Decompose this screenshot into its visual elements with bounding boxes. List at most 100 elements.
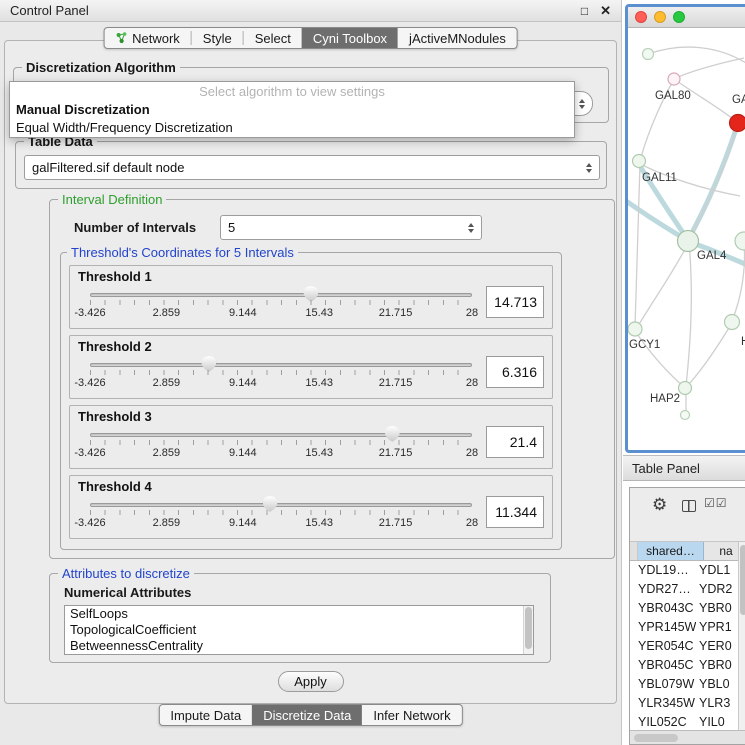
scale-label: 21.715 — [379, 307, 413, 319]
table-row[interactable]: YER054C YER0 — [630, 637, 745, 656]
checkbox-icons[interactable]: ☑☑ — [704, 496, 728, 510]
node-label-gal11: GAL11 — [642, 172, 677, 184]
list-item[interactable]: SelfLoops — [65, 606, 533, 622]
threshold-panel: Threshold 3 -3.426 2.859 9.144 1 — [69, 405, 553, 469]
table-horizontal-scrollbar[interactable] — [630, 730, 745, 744]
table-row[interactable]: YBR043C YBR0 — [630, 599, 745, 618]
network-node-hap2[interactable] — [679, 382, 692, 395]
close-traffic-light[interactable] — [635, 11, 647, 23]
tab-discretize-data[interactable]: Discretize Data — [252, 705, 362, 725]
network-node[interactable] — [643, 49, 654, 60]
table-row[interactable]: YBR045C YBR0 — [630, 656, 745, 675]
scale-label: 2.859 — [153, 377, 181, 389]
list-item[interactable]: TopologicalCoefficient — [65, 622, 533, 638]
threshold-1-value-field[interactable]: 14.713 — [486, 286, 544, 318]
table-row[interactable]: YDR27… YDR2 — [630, 580, 745, 599]
scale-label: -3.426 — [74, 447, 105, 459]
tab-network-label: Network — [132, 31, 180, 46]
apply-button[interactable]: Apply — [278, 671, 344, 692]
node-label-gal4: GAL4 — [697, 250, 726, 262]
list-item[interactable]: BetweennessCentrality — [65, 638, 533, 654]
network-node[interactable] — [681, 411, 690, 420]
network-canvas[interactable]: GAL80 GAL8 GAL11 GAL4 GCY1 H HAP2 — [628, 28, 745, 449]
table-vertical-scrollbar[interactable] — [738, 542, 745, 730]
popup-item-manual-discretization[interactable]: Manual Discretization — [10, 101, 574, 119]
table-row[interactable]: YBL079W YBL0 — [630, 675, 745, 694]
threshold-label: Threshold 2 — [78, 339, 544, 354]
table-row[interactable]: YLR345W YLR3 — [630, 694, 745, 713]
slider-track[interactable] — [90, 363, 472, 367]
cell-shared-name: YDR27… — [630, 580, 696, 599]
scale-label: 28 — [466, 377, 478, 389]
minimize-traffic-light[interactable] — [654, 11, 666, 23]
scrollbar-thumb[interactable] — [634, 734, 678, 742]
table-header-row: shared… na — [630, 542, 745, 561]
network-node-gal4[interactable] — [678, 231, 699, 252]
scale-label: 28 — [466, 307, 478, 319]
network-icon — [115, 32, 127, 44]
threshold-2-value-field[interactable]: 6.316 — [486, 356, 544, 388]
network-view-window: GAL80 GAL8 GAL11 GAL4 GCY1 H HAP2 — [625, 4, 745, 453]
zoom-traffic-light[interactable] — [673, 11, 685, 23]
table-row[interactable]: YDL19… YDL1 — [630, 561, 745, 580]
tab-impute-data[interactable]: Impute Data — [159, 705, 252, 725]
tab-style[interactable]: Style — [192, 28, 243, 48]
slider-track[interactable] — [90, 503, 472, 507]
algorithm-dropdown-popup: Select algorithm to view settings Manual… — [9, 81, 575, 138]
node-label-partial: GAL8 — [732, 94, 745, 106]
threshold-label: Threshold 3 — [78, 409, 544, 424]
slider-ticks — [90, 370, 472, 375]
slider-scale: -3.426 2.859 9.144 15.43 21.715 28 — [90, 517, 472, 530]
close-icon[interactable]: ✕ — [600, 4, 611, 17]
slider-track[interactable] — [90, 293, 472, 297]
table-data-select-value: galFiltered.sif default node — [32, 160, 184, 175]
tab-cyni-toolbox[interactable]: Cyni Toolbox — [302, 28, 398, 48]
scale-label: 15.43 — [305, 377, 333, 389]
screen: Control Panel □ ✕ Network Style Select C… — [0, 0, 745, 745]
scrollbar-thumb[interactable] — [740, 545, 745, 615]
threshold-label: Threshold 4 — [78, 479, 544, 494]
network-node-gal80[interactable] — [668, 73, 680, 85]
interval-definition-group: Interval Definition Number of Intervals … — [49, 199, 615, 559]
table-row[interactable]: YPR145W YPR1 — [630, 618, 745, 637]
cell-shared-name: YDL19… — [630, 561, 696, 580]
scrollbar-thumb[interactable] — [525, 607, 532, 649]
float-window-icon[interactable]: □ — [581, 5, 588, 17]
popup-item-equal-width-frequency[interactable]: Equal Width/Frequency Discretization — [10, 119, 574, 137]
table-data-select[interactable]: galFiltered.sif default node — [24, 155, 600, 180]
number-of-intervals-select[interactable]: 5 — [220, 215, 482, 240]
attributes-group: Attributes to discretize Numerical Attri… — [49, 573, 551, 663]
column-header-shared-name[interactable]: shared… — [638, 542, 704, 560]
scale-label: 15.43 — [305, 307, 333, 319]
network-edge — [674, 58, 744, 79]
network-node-gcy1[interactable] — [628, 322, 642, 336]
scale-label: 21.715 — [379, 377, 413, 389]
tab-infer-network[interactable]: Infer Network — [362, 705, 461, 725]
network-node-selected-red[interactable] — [730, 115, 745, 132]
combo-arrows-icon — [579, 99, 585, 109]
slider-ticks — [90, 510, 472, 515]
numerical-attributes-label: Numerical Attributes — [64, 585, 191, 600]
scale-label: 2.859 — [153, 447, 181, 459]
threshold-3-value-field[interactable]: 21.4 — [486, 426, 544, 458]
cell-shared-name: YLR345W — [630, 694, 696, 713]
threshold-1-slider[interactable]: -3.426 2.859 9.144 15.43 21.715 28 — [90, 286, 472, 326]
scale-label: 9.144 — [229, 307, 257, 319]
cyni-bottom-tabbar: Impute Data Discretize Data Infer Networ… — [158, 704, 462, 726]
threshold-3-slider[interactable]: -3.426 2.859 9.144 15.43 21.715 28 — [90, 426, 472, 466]
threshold-4-slider[interactable]: -3.426 2.859 9.144 15.43 21.715 28 — [90, 496, 472, 536]
slider-track[interactable] — [90, 433, 472, 437]
threshold-4-value-field[interactable]: 11.344 — [486, 496, 544, 528]
tab-jactivemnodules[interactable]: jActiveMNodules — [398, 28, 517, 48]
network-node[interactable] — [725, 315, 740, 330]
network-edge — [628, 198, 687, 240]
threshold-2-slider[interactable]: -3.426 2.859 9.144 15.43 21.715 28 — [90, 356, 472, 396]
columns-icon[interactable] — [682, 500, 696, 512]
scale-label: 9.144 — [229, 377, 257, 389]
list-scrollbar[interactable] — [523, 606, 533, 654]
network-node-gal11[interactable] — [633, 155, 646, 168]
network-node[interactable] — [735, 232, 745, 250]
tab-network[interactable]: Network — [104, 28, 191, 48]
tab-select[interactable]: Select — [244, 28, 302, 48]
gear-icon[interactable]: ⚙ — [652, 496, 667, 513]
